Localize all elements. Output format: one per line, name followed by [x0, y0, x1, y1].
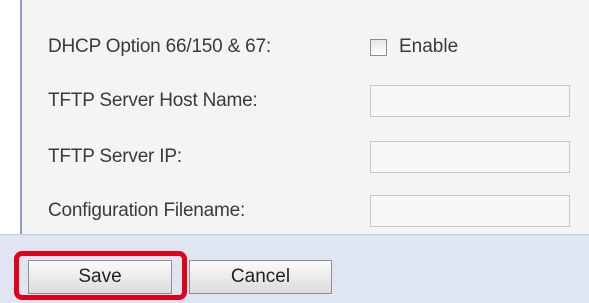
cancel-button[interactable]: Cancel [189, 260, 332, 294]
tftp-server-ip-label: TFTP Server IP: [48, 146, 182, 167]
form-panel: DHCP Option 66/150 & 67: Enable TFTP Ser… [22, 0, 589, 234]
configuration-filename-row: Configuration Filename: [22, 191, 589, 231]
button-bar: Save Cancel [0, 234, 589, 303]
tftp-server-ip-input[interactable] [370, 141, 570, 173]
tftp-host-name-label: TFTP Server Host Name: [48, 90, 258, 111]
dhcp-options-form-screen: DHCP Option 66/150 & 67: Enable TFTP Ser… [0, 0, 589, 303]
enable-checkbox-control[interactable]: Enable [370, 32, 458, 62]
configuration-filename-input[interactable] [370, 195, 570, 227]
dhcp-option-row: DHCP Option 66/150 & 67: Enable [22, 27, 589, 67]
dhcp-option-label: DHCP Option 66/150 & 67: [48, 36, 271, 57]
save-button[interactable]: Save [28, 260, 172, 294]
configuration-filename-label: Configuration Filename: [48, 200, 246, 221]
enable-checkbox-label[interactable]: Enable [399, 36, 458, 58]
enable-checkbox[interactable] [370, 38, 387, 56]
tftp-host-name-input[interactable] [370, 85, 570, 117]
tftp-host-name-row: TFTP Server Host Name: [22, 81, 589, 121]
tftp-server-ip-row: TFTP Server IP: [22, 137, 589, 177]
